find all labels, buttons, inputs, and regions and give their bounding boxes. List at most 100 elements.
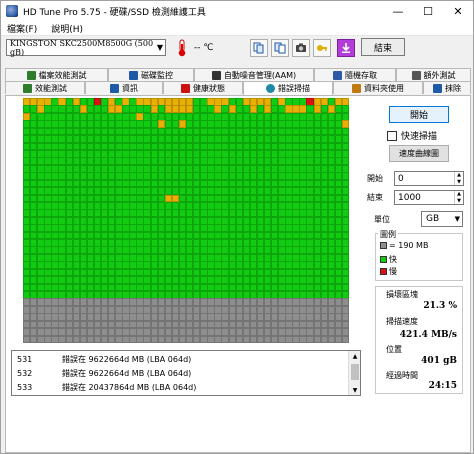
log-row-text: 錯誤在 9622664d MB (LBA 064d) xyxy=(62,369,192,378)
minimize-icon[interactable]: — xyxy=(383,1,413,21)
scan-speed-value: 421.4 MB/s xyxy=(399,330,457,340)
chevron-down-icon: ▼ xyxy=(156,43,163,52)
info-icon xyxy=(110,83,119,93)
log-row-id: 531 xyxy=(17,355,33,364)
tab-label: 抹除 xyxy=(445,83,461,93)
folder-icon xyxy=(352,83,361,93)
tab-random-access[interactable]: 隨機存取 xyxy=(314,68,396,81)
spinner-arrows-icon[interactable]: ▲ ▼ xyxy=(454,191,463,204)
menu-help[interactable]: 說明(H) xyxy=(51,22,83,35)
tab-label: 資訊 xyxy=(122,83,138,93)
tab-extra-tests[interactable]: 額外測試 xyxy=(396,68,471,81)
erase-icon xyxy=(433,83,442,93)
hdtune-app-icon xyxy=(6,5,18,17)
extra-tests-icon xyxy=(411,70,421,80)
elapsed-time-label: 經過時間 xyxy=(386,371,418,380)
log-scrollbar[interactable]: ▲ ▼ xyxy=(348,351,360,395)
speed-map-button[interactable]: 速度曲線圖 xyxy=(389,145,449,162)
drive-select[interactable]: KINGSTON SKC2500M8500G (500 gB) ▼ xyxy=(6,38,166,57)
maximize-icon[interactable]: ☐ xyxy=(413,1,443,21)
menu-file[interactable]: 檔案(F) xyxy=(7,22,37,35)
scan-block-map xyxy=(23,98,349,343)
damaged-blocks-label: 損壞區塊 xyxy=(386,290,418,299)
scan-speed-label: 掃描速度 xyxy=(386,317,418,326)
tab-error-scan[interactable]: 錯誤掃描 xyxy=(243,81,333,95)
menu-bar: 檔案(F) 說明(H) xyxy=(1,21,473,36)
quick-scan-label: 快速掃描 xyxy=(401,132,438,142)
scan-block xyxy=(341,335,349,343)
start-input-value: 0 xyxy=(398,173,404,184)
damaged-blocks-value: 21.3 % xyxy=(423,301,457,311)
legend-item: = 190 MB xyxy=(380,241,428,250)
tab-folder-usage[interactable]: 資料夾使用 xyxy=(333,81,423,94)
temperature-readout: -- ℃ xyxy=(194,43,214,53)
tab-label: 隨機存取 xyxy=(345,70,377,80)
log-row-text: 錯誤在 9622664d MB (LBA 064d) xyxy=(62,355,192,364)
log-row-text: 錯誤在 20437864d MB (LBA 064d) xyxy=(62,383,197,392)
log-row[interactable]: 531 錯誤在 9622664d MB (LBA 064d) xyxy=(12,353,349,366)
tabs-bottom-row: 效能測試 資訊 健康狀態 錯誤掃描 資料夾使用 抹除 xyxy=(5,81,471,95)
window-title: HD Tune Pro 5.75 - 硬碟/SSD 檢測維護工具 xyxy=(23,7,206,18)
scroll-up-icon[interactable]: ▲ xyxy=(349,351,361,361)
log-row[interactable]: 533 錯誤在 20437864d MB (LBA 064d) xyxy=(12,381,349,394)
tab-label: 自動噪音管理(AAM) xyxy=(223,70,297,80)
key-icon[interactable] xyxy=(313,39,331,57)
copy-all-icon[interactable] xyxy=(271,39,289,57)
health-cross-icon xyxy=(181,83,190,93)
title-bar[interactable]: HD Tune Pro 5.75 - 硬碟/SSD 檢測維護工具 — ☐ ✕ xyxy=(1,1,473,21)
file-benchmark-icon xyxy=(26,70,36,80)
download-icon[interactable] xyxy=(337,39,355,57)
end-input[interactable]: 1000 ▲ ▼ xyxy=(394,190,464,205)
drive-select-value: KINGSTON SKC2500M8500G (500 gB) xyxy=(10,38,154,57)
tab-label: 檔案效能測試 xyxy=(38,70,87,80)
start-button[interactable]: 開始 xyxy=(389,106,449,123)
copy-icon[interactable] xyxy=(250,39,268,57)
start-input[interactable]: 0 ▲ ▼ xyxy=(394,171,464,186)
tab-file-benchmark[interactable]: 檔案效能測試 xyxy=(5,68,108,81)
exit-button[interactable]: 結束 xyxy=(361,38,405,56)
log-row[interactable]: 532 錯誤在 9622664d MB (LBA 064d) xyxy=(12,367,349,380)
legend-title: 圖例 xyxy=(378,229,398,240)
quick-scan-checkbox[interactable]: 快速掃描 xyxy=(387,129,437,142)
tab-benchmark[interactable]: 效能測試 xyxy=(5,81,85,94)
tab-label: 健康狀態 xyxy=(193,83,225,93)
spinner-arrows-icon[interactable]: ▲ ▼ xyxy=(454,172,463,185)
scroll-thumb[interactable] xyxy=(351,364,359,380)
camera-icon[interactable] xyxy=(292,39,310,57)
unit-label: 單位 xyxy=(374,215,390,224)
end-input-value: 1000 xyxy=(398,192,421,203)
tab-info[interactable]: 資訊 xyxy=(85,81,163,94)
end-field-label: 結束 xyxy=(367,193,383,202)
log-row-id: 532 xyxy=(17,369,33,378)
tabs-top-row: 檔案效能測試 磁碟監控 自動噪音管理(AAM) 隨機存取 額外測試 xyxy=(5,68,471,81)
log-row-id: 533 xyxy=(17,383,33,392)
position-label: 位置 xyxy=(386,345,402,354)
tab-erase[interactable]: 抹除 xyxy=(423,81,471,94)
legend-item-label: 快 xyxy=(389,255,397,264)
start-field-label: 開始 xyxy=(367,174,383,183)
tab-label: 效能測試 xyxy=(35,83,67,93)
tab-aam[interactable]: 自動噪音管理(AAM) xyxy=(194,68,314,81)
legend-swatch xyxy=(380,268,387,275)
app-window: HD Tune Pro 5.75 - 硬碟/SSD 檢測維護工具 — ☐ ✕ 檔… xyxy=(0,0,474,454)
checkbox-box[interactable] xyxy=(387,130,397,141)
unit-select-value: GB xyxy=(426,214,440,224)
legend-item: 慢 xyxy=(380,266,397,277)
tab-label: 磁碟監控 xyxy=(141,70,173,80)
error-log-list[interactable]: 531 錯誤在 9622664d MB (LBA 064d) 532 錯誤在 9… xyxy=(11,350,361,396)
tab-disk-monitor[interactable]: 磁碟監控 xyxy=(108,68,194,81)
unit-select[interactable]: GB ▼ xyxy=(421,211,463,227)
close-icon[interactable]: ✕ xyxy=(443,1,473,21)
magnifier-icon xyxy=(266,84,275,93)
legend-item: 快 xyxy=(380,254,397,265)
tab-label: 額外測試 xyxy=(423,70,456,80)
legend-item-label: 慢 xyxy=(389,267,397,276)
elapsed-time-value: 24:15 xyxy=(428,381,457,391)
tab-label: 錯誤掃描 xyxy=(278,84,310,93)
scroll-down-icon[interactable]: ▼ xyxy=(349,385,361,395)
disk-monitor-icon xyxy=(129,70,138,80)
legend-swatch xyxy=(380,242,387,249)
tab-health[interactable]: 健康狀態 xyxy=(163,81,243,94)
legend-item-label: = 190 MB xyxy=(389,241,429,250)
position-value: 401 gB xyxy=(421,356,457,366)
